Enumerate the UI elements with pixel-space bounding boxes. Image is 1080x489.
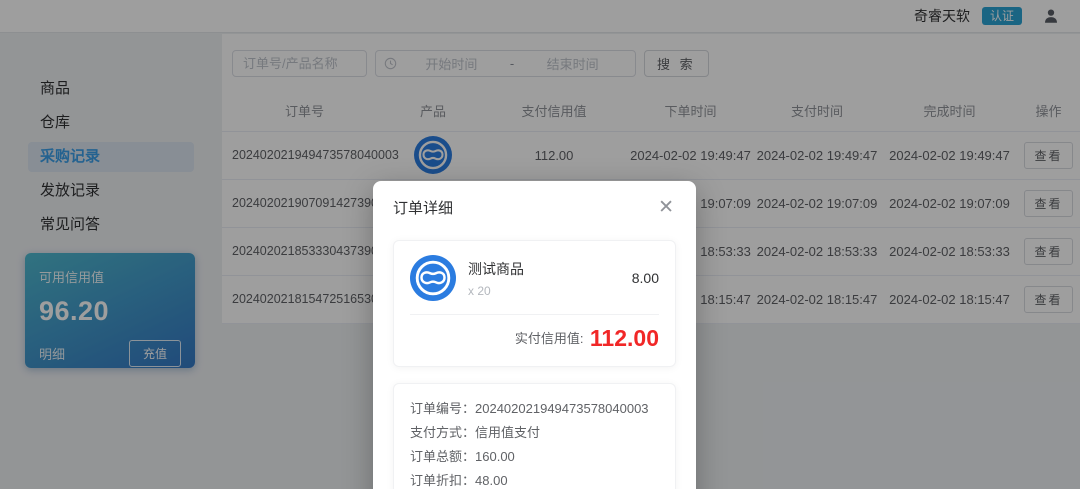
close-icon[interactable]: ✕ [656,198,676,217]
product-name: 测试商品 [468,259,632,279]
order-info-card: 订单编号：202402021949473578040003 支付方式：信用值支付… [393,383,676,489]
order-no-line: 订单编号：202402021949473578040003 [410,397,659,421]
order-discount-line: 订单折扣：48.00 [410,469,659,489]
order-total-label: 订单总额： [410,449,475,464]
order-detail-modal: 订单详细 ✕ 测试商品 x 20 8.00 实付信用值: 112.00 订单编号… [373,181,696,489]
order-items-card: 测试商品 x 20 8.00 实付信用值: 112.00 [393,240,676,367]
paid-credit-value: 112.00 [590,325,659,351]
order-total-value: 160.00 [475,449,515,464]
pay-method-line: 支付方式：信用值支付 [410,421,659,445]
paid-credit-label: 实付信用值: [515,331,584,346]
pay-method-value: 信用值支付 [475,425,540,440]
order-discount-value: 48.00 [475,473,508,488]
order-total-line: 订单总额：160.00 [410,445,659,469]
product-quantity: x 20 [468,284,632,298]
order-no-value: 202402021949473578040003 [475,401,649,416]
order-discount-label: 订单折扣： [410,473,475,488]
app-window: 奇睿天软 认证 商品 仓库 采购记录 发放记录 常见问答 可用信用值 96.20… [0,0,1080,489]
divider [410,314,659,315]
order-no-label: 订单编号： [410,401,475,416]
pay-method-label: 支付方式： [410,425,475,440]
modal-title: 订单详细 [393,197,453,218]
product-goggles-icon [410,255,456,301]
product-price: 8.00 [632,270,659,286]
